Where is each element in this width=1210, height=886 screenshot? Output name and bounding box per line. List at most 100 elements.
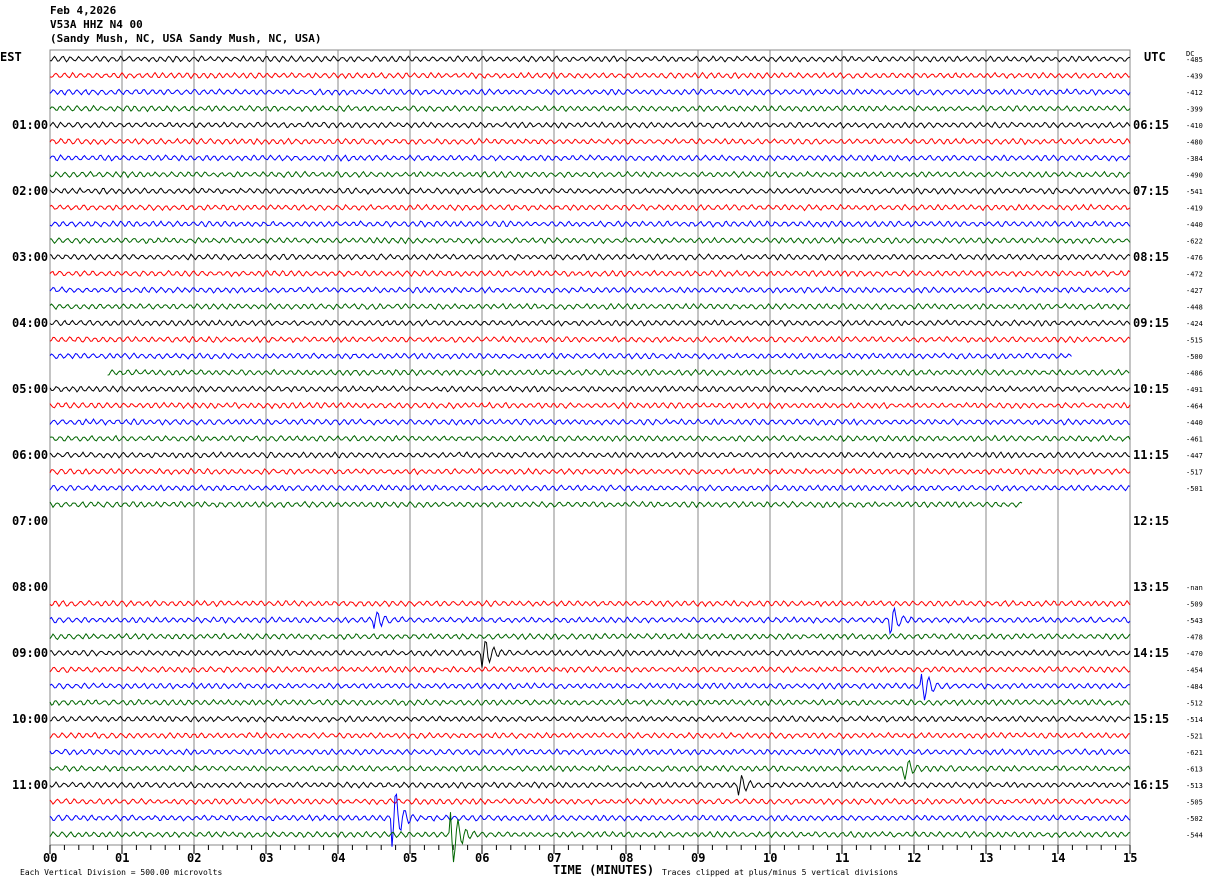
dc-value: -621 xyxy=(1186,749,1203,757)
dc-value: -505 xyxy=(1186,799,1203,807)
dc-value: -491 xyxy=(1186,386,1203,394)
right-hour-label: 14:15 xyxy=(1133,646,1169,660)
x-tick-label: 01 xyxy=(115,851,129,865)
seismic-trace-row-33 xyxy=(49,599,1131,608)
dc-value: -448 xyxy=(1186,304,1203,312)
dc-value: -440 xyxy=(1186,419,1203,427)
seismic-trace-row-41 xyxy=(49,731,1131,740)
dc-value: -490 xyxy=(1186,172,1203,180)
seismic-trace-row-21 xyxy=(49,401,1131,410)
right-hour-label: 16:15 xyxy=(1133,778,1169,792)
x-tick-label: 03 xyxy=(259,851,273,865)
seismic-trace-row-23 xyxy=(49,434,1131,443)
dc-value: -472 xyxy=(1186,271,1203,279)
dc-value: -509 xyxy=(1186,601,1203,609)
seismic-trace-row-42 xyxy=(49,748,1131,756)
seismic-trace-row-26 xyxy=(49,484,1131,492)
left-hour-label: 03:00 xyxy=(12,250,48,264)
seismic-trace-row-9 xyxy=(49,203,1131,212)
dc-value: -464 xyxy=(1186,403,1203,411)
plot-frame xyxy=(49,49,1131,846)
seismic-trace-row-22 xyxy=(49,418,1131,426)
dc-value: -478 xyxy=(1186,634,1203,642)
seismic-trace-row-20 xyxy=(49,385,1131,393)
dc-value: -517 xyxy=(1186,469,1203,477)
right-hour-label: 09:15 xyxy=(1133,316,1169,330)
right-hour-label: 11:15 xyxy=(1133,448,1169,462)
dc-value: -515 xyxy=(1186,337,1203,345)
right-hour-label: 12:15 xyxy=(1133,514,1169,528)
seismic-trace-row-27 xyxy=(49,500,1023,509)
scale-note: Each Vertical Division = 500.00 microvol… xyxy=(20,868,222,877)
dc-value: -486 xyxy=(1186,370,1203,378)
dc-value: -485 xyxy=(1186,56,1203,64)
dc-value: -514 xyxy=(1186,716,1203,724)
x-tick-label: 06 xyxy=(475,851,489,865)
seismic-trace-row-35 xyxy=(49,632,1131,641)
dc-value: -512 xyxy=(1186,700,1203,708)
x-tick-label: 00 xyxy=(43,851,57,865)
dc-value: -424 xyxy=(1186,320,1203,328)
dc-value: -399 xyxy=(1186,106,1203,114)
seismic-trace-row-12 xyxy=(49,253,1131,261)
x-axis-label: TIME (MINUTES) xyxy=(553,863,654,877)
seismic-trace-row-4 xyxy=(49,121,1131,129)
left-hour-label: 02:00 xyxy=(12,184,48,198)
dc-value: -543 xyxy=(1186,617,1203,625)
seismic-trace-row-13 xyxy=(49,269,1131,278)
left-hour-label: 07:00 xyxy=(12,514,48,528)
x-tick-label: 12 xyxy=(907,851,921,865)
x-tick-label: 09 xyxy=(691,851,705,865)
dc-value: -461 xyxy=(1186,436,1203,444)
left-hour-label: 04:00 xyxy=(12,316,48,330)
clip-note: Traces clipped at plus/minus 5 vertical … xyxy=(662,868,898,877)
dc-value: -521 xyxy=(1186,733,1203,741)
seismic-trace-row-8 xyxy=(49,187,1131,195)
seismic-trace-row-1 xyxy=(49,71,1131,80)
seismic-trace-row-15 xyxy=(49,302,1131,311)
x-tick-label: 14 xyxy=(1051,851,1065,865)
dc-value: -410 xyxy=(1186,122,1203,130)
left-hour-label: 05:00 xyxy=(12,382,48,396)
helicorder-plot: EST UTC DC TIME (MINUTES) Each Vertical … xyxy=(0,49,1203,877)
left-timezone-label: EST xyxy=(0,50,22,64)
x-tick-label: 15 xyxy=(1123,851,1137,865)
dc-value: -613 xyxy=(1186,766,1203,774)
seismic-trace-row-10 xyxy=(49,220,1131,228)
seismic-trace-row-11 xyxy=(49,236,1131,245)
left-hour-label: 09:00 xyxy=(12,646,48,660)
seismic-trace-row-43 xyxy=(49,759,1131,780)
dc-value: -470 xyxy=(1186,650,1203,658)
seismic-trace-row-37 xyxy=(49,665,1131,674)
seismic-trace-row-16 xyxy=(49,319,1131,327)
dc-value: -440 xyxy=(1186,221,1203,229)
dc-value: -501 xyxy=(1186,485,1203,493)
dc-value: -500 xyxy=(1186,353,1203,361)
dc-value: -nan xyxy=(1186,584,1203,592)
x-tick-label: 11 xyxy=(835,851,849,865)
x-tick-label: 04 xyxy=(331,851,345,865)
dc-value: -427 xyxy=(1186,287,1203,295)
dc-value: -544 xyxy=(1186,832,1203,840)
dc-value: -502 xyxy=(1186,815,1203,823)
x-tick-label: 10 xyxy=(763,851,777,865)
x-tick-label: 02 xyxy=(187,851,201,865)
right-hour-label: 08:15 xyxy=(1133,250,1169,264)
x-tick-label: 08 xyxy=(619,851,633,865)
seismic-trace-row-45 xyxy=(49,797,1131,806)
dc-value: -419 xyxy=(1186,205,1203,213)
dc-value: -454 xyxy=(1186,667,1203,675)
left-hour-label: 11:00 xyxy=(12,778,48,792)
seismic-trace-row-36 xyxy=(49,640,1131,668)
seismic-trace-row-24 xyxy=(49,451,1131,459)
seismic-trace-row-34 xyxy=(49,606,1131,636)
right-hour-label: 13:15 xyxy=(1133,580,1169,594)
seismic-trace-row-3 xyxy=(49,104,1131,113)
right-hour-label: 15:15 xyxy=(1133,712,1169,726)
right-timezone-label: UTC xyxy=(1144,50,1166,64)
x-tick-label: 07 xyxy=(547,851,561,865)
dc-value: -412 xyxy=(1186,89,1203,97)
right-hour-label: 06:15 xyxy=(1133,118,1169,132)
seismic-trace-row-39 xyxy=(49,698,1131,707)
seismic-trace-row-25 xyxy=(49,467,1131,476)
